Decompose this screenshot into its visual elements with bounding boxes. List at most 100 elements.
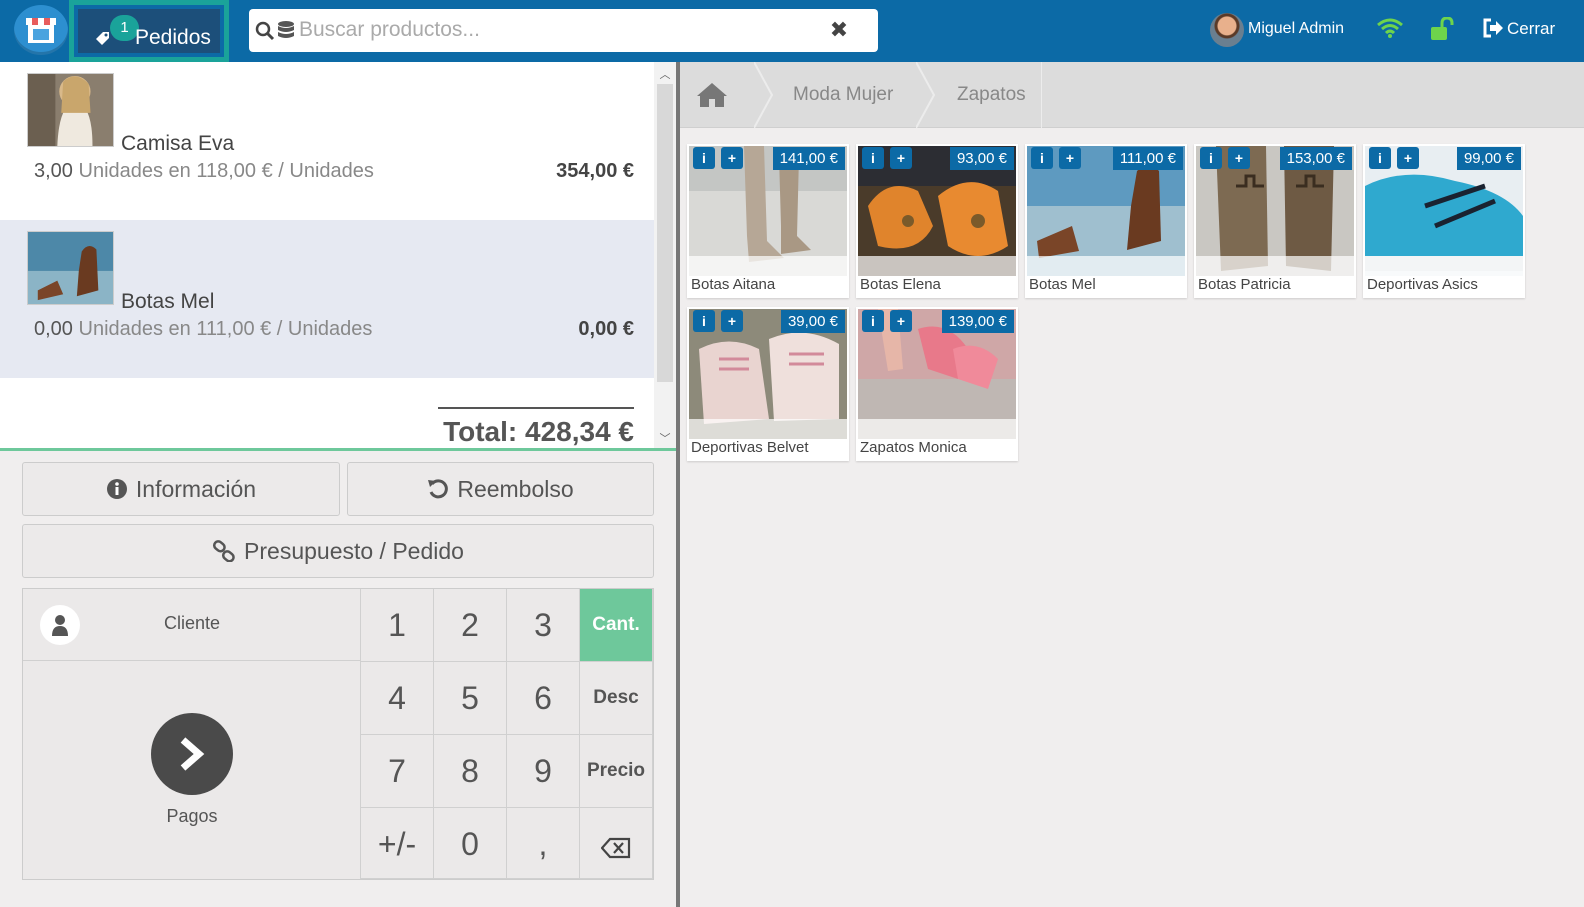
- product-price: 141,00 €: [772, 147, 845, 170]
- tag-icon: [96, 32, 109, 45]
- product-thumbnail: [27, 73, 114, 147]
- link-icon: [213, 540, 235, 563]
- customer-button[interactable]: Cliente: [23, 589, 361, 661]
- product-add-icon[interactable]: +: [1228, 147, 1250, 169]
- breadcrumb-end: [1041, 62, 1042, 128]
- top-bar: 1 Pedidos ✖ Miguel Admin Cer: [0, 0, 1584, 62]
- search-box: ✖: [249, 9, 878, 52]
- product-card[interactable]: i + 153,00 € Botas Patricia: [1194, 144, 1356, 298]
- product-price: 99,00 €: [1456, 147, 1521, 170]
- product-info-icon[interactable]: i: [1031, 147, 1053, 169]
- product-name: Zapatos Monica: [860, 439, 967, 456]
- numpad-key-5[interactable]: 5: [434, 662, 507, 735]
- product-add-icon[interactable]: +: [890, 147, 912, 169]
- product-add-icon[interactable]: +: [1397, 147, 1419, 169]
- backspace-button[interactable]: [580, 808, 653, 879]
- home-icon: [697, 83, 727, 107]
- avatar: [1210, 13, 1244, 47]
- numpad-key-8[interactable]: 8: [434, 735, 507, 808]
- numpad-key-9[interactable]: 9: [507, 735, 580, 808]
- orders-tab[interactable]: 1 Pedidos: [69, 0, 229, 62]
- info-icon: [106, 479, 127, 499]
- order-line-qty: 3,00 Unidades en 118,00 € / Unidades: [34, 160, 374, 182]
- product-info-icon[interactable]: i: [862, 147, 884, 169]
- product-card[interactable]: i + 111,00 € Botas Mel: [1025, 144, 1187, 298]
- product-info-icon[interactable]: i: [693, 147, 715, 169]
- product-card[interactable]: i + 139,00 € Zapatos Monica: [856, 307, 1018, 461]
- search-input[interactable]: [299, 15, 819, 45]
- order-line-price: 0,00 €: [578, 318, 634, 340]
- numpad-key-7[interactable]: 7: [361, 735, 434, 808]
- mode-discount-button[interactable]: Desc: [580, 662, 653, 735]
- product-add-icon[interactable]: +: [890, 310, 912, 332]
- undo-icon: [428, 479, 449, 499]
- product-add-icon[interactable]: +: [721, 147, 743, 169]
- product-card[interactable]: i + 99,00 € Deportivas Asics: [1363, 144, 1525, 298]
- order-line-price: 354,00 €: [556, 160, 634, 182]
- product-price: 153,00 €: [1279, 147, 1352, 170]
- breadcrumb-separator: [754, 62, 774, 128]
- logout-label: Cerrar: [1507, 19, 1556, 38]
- scroll-down-icon[interactable]: ﹀: [658, 430, 672, 445]
- numpad-key-sign[interactable]: +/-: [361, 808, 434, 879]
- order-line-selected[interactable]: Botas Mel 0,00 Unidades en 111,00 € / Un…: [0, 220, 654, 378]
- product-info-icon[interactable]: i: [693, 310, 715, 332]
- product-panel: Moda Mujer Zapatos i + 141,00 € Botas Ait…: [680, 62, 1584, 907]
- order-panel: Camisa Eva 3,00 Unidades en 118,00 € / U…: [0, 62, 676, 907]
- scroll-up-icon[interactable]: ︿: [658, 66, 672, 81]
- payment-button[interactable]: Pagos: [23, 661, 361, 879]
- order-line-qty: 0,00 Unidades en 111,00 € / Unidades: [34, 318, 373, 340]
- chevron-right-icon: [151, 713, 233, 795]
- sign-out-icon: [1483, 18, 1503, 38]
- numpad-key-comma[interactable]: ,: [507, 808, 580, 879]
- product-info-icon[interactable]: i: [1369, 147, 1391, 169]
- mode-price-button[interactable]: Precio: [580, 735, 653, 808]
- product-card[interactable]: i + 93,00 € Botas Elena: [856, 144, 1018, 298]
- mode-quantity-button[interactable]: Cant.: [580, 589, 653, 662]
- product-add-icon[interactable]: +: [1059, 147, 1081, 169]
- order-line-name: Botas Mel: [121, 290, 215, 313]
- scroll-thumb[interactable]: [657, 84, 673, 382]
- product-price: 93,00 €: [949, 147, 1014, 170]
- store-icon: [26, 18, 56, 43]
- divider: [0, 448, 676, 451]
- product-name: Botas Mel: [1029, 276, 1096, 293]
- product-info-icon[interactable]: i: [862, 310, 884, 332]
- refund-button[interactable]: Reembolso: [347, 462, 654, 516]
- product-name: Botas Elena: [860, 276, 941, 293]
- quote-order-button[interactable]: Presupuesto / Pedido: [22, 524, 654, 578]
- product-name: Deportivas Belvet: [691, 439, 809, 456]
- database-icon: [278, 21, 294, 38]
- numpad-key-4[interactable]: 4: [361, 662, 434, 735]
- order-scrollbar[interactable]: ︿ ﹀: [654, 62, 676, 449]
- product-price: 111,00 €: [1112, 147, 1183, 170]
- product-card[interactable]: i + 39,00 € Deportivas Belvet: [687, 307, 849, 461]
- numpad-key-3[interactable]: 3: [507, 589, 580, 662]
- product-card[interactable]: i + 141,00 € Botas Aitana: [687, 144, 849, 298]
- product-add-icon[interactable]: +: [721, 310, 743, 332]
- product-price: 39,00 €: [780, 310, 845, 333]
- breadcrumb-moda-mujer[interactable]: Moda Mujer: [793, 62, 893, 128]
- breadcrumb-home[interactable]: [680, 62, 756, 128]
- numpad-key-6[interactable]: 6: [507, 662, 580, 735]
- order-line[interactable]: Camisa Eva 3,00 Unidades en 118,00 € / U…: [0, 62, 654, 220]
- unlock-icon[interactable]: [1430, 17, 1456, 41]
- numpad-key-1[interactable]: 1: [361, 589, 434, 662]
- user-name: Miguel Admin: [1248, 20, 1345, 37]
- breadcrumb-separator: [916, 62, 936, 128]
- info-button[interactable]: Información: [22, 462, 340, 516]
- order-total: Total: 428,34 €: [443, 416, 634, 447]
- product-name: Deportivas Asics: [1367, 276, 1478, 293]
- store-home-button[interactable]: [14, 5, 68, 55]
- numpad-key-0[interactable]: 0: [434, 808, 507, 879]
- breadcrumb-zapatos[interactable]: Zapatos: [957, 62, 1026, 128]
- total-divider: [438, 407, 634, 409]
- wifi-icon[interactable]: [1376, 17, 1404, 39]
- orders-label: Pedidos: [135, 26, 211, 49]
- breadcrumb: Moda Mujer Zapatos: [680, 62, 1584, 128]
- numpad-key-2[interactable]: 2: [434, 589, 507, 662]
- numpad: Cliente Pagos 1 2 3 Cant. 4 5 6 Desc 7 8…: [22, 588, 654, 880]
- order-lines: Camisa Eva 3,00 Unidades en 118,00 € / U…: [0, 62, 654, 449]
- clear-search-icon[interactable]: ✖: [827, 17, 851, 43]
- product-info-icon[interactable]: i: [1200, 147, 1222, 169]
